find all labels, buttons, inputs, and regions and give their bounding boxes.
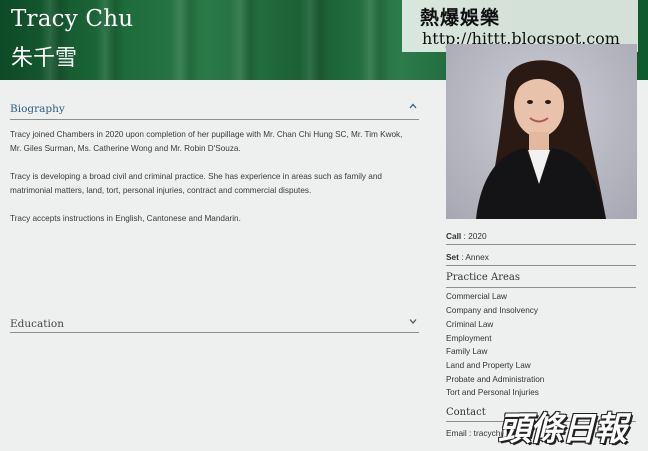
education-accordion-header[interactable]: Education — [10, 318, 64, 330]
call-value: : 2020 — [463, 231, 487, 241]
contact-heading: Contact — [446, 407, 486, 418]
divider — [10, 332, 419, 333]
barrister-name-en: Tracy Chu — [11, 6, 134, 32]
biography-paragraph: Tracy accepts instructions in English, C… — [10, 214, 241, 223]
call-label: Call — [446, 231, 462, 241]
divider — [446, 287, 636, 288]
practice-area-link[interactable]: Criminal Law — [446, 320, 493, 329]
biography-accordion-header[interactable]: Biography — [10, 103, 65, 115]
practice-area-link[interactable]: Employment — [446, 334, 492, 343]
divider — [10, 119, 419, 120]
divider — [446, 244, 636, 245]
set-info: Set : Annex — [446, 252, 489, 262]
practice-area-link[interactable]: Land and Property Law — [446, 361, 531, 370]
practice-area-link[interactable]: Company and Insolvency — [446, 306, 538, 315]
chevron-down-icon[interactable] — [409, 317, 417, 328]
practice-area-link[interactable]: Probate and Administration — [446, 375, 544, 384]
practice-area-link[interactable]: Family Law — [446, 347, 487, 356]
set-value: : Annex — [461, 252, 489, 262]
header-texture — [170, 0, 200, 80]
header-texture — [360, 0, 390, 80]
divider — [446, 265, 636, 266]
header-texture — [230, 0, 260, 80]
biography-paragraph: Tracy is developing a broad civil and cr… — [10, 172, 382, 195]
watermark-site-name: 熱爆娛樂 — [420, 7, 501, 29]
call-year: Call : 2020 — [446, 231, 487, 241]
practice-areas-heading: Practice Areas — [446, 272, 520, 283]
profile-photo — [446, 44, 637, 219]
header-texture — [300, 0, 330, 80]
barrister-name-zh: 朱千雪 — [11, 46, 78, 71]
newspaper-logo-watermark: 頭條日報 — [498, 409, 627, 448]
chevron-up-icon[interactable] — [409, 102, 417, 113]
biography-paragraph: Tracy joined Chambers in 2020 upon compl… — [10, 130, 403, 153]
set-label: Set — [446, 252, 459, 262]
practice-area-link[interactable]: Commercial Law — [446, 292, 507, 301]
practice-area-link[interactable]: Tort and Personal Injuries — [446, 388, 539, 397]
